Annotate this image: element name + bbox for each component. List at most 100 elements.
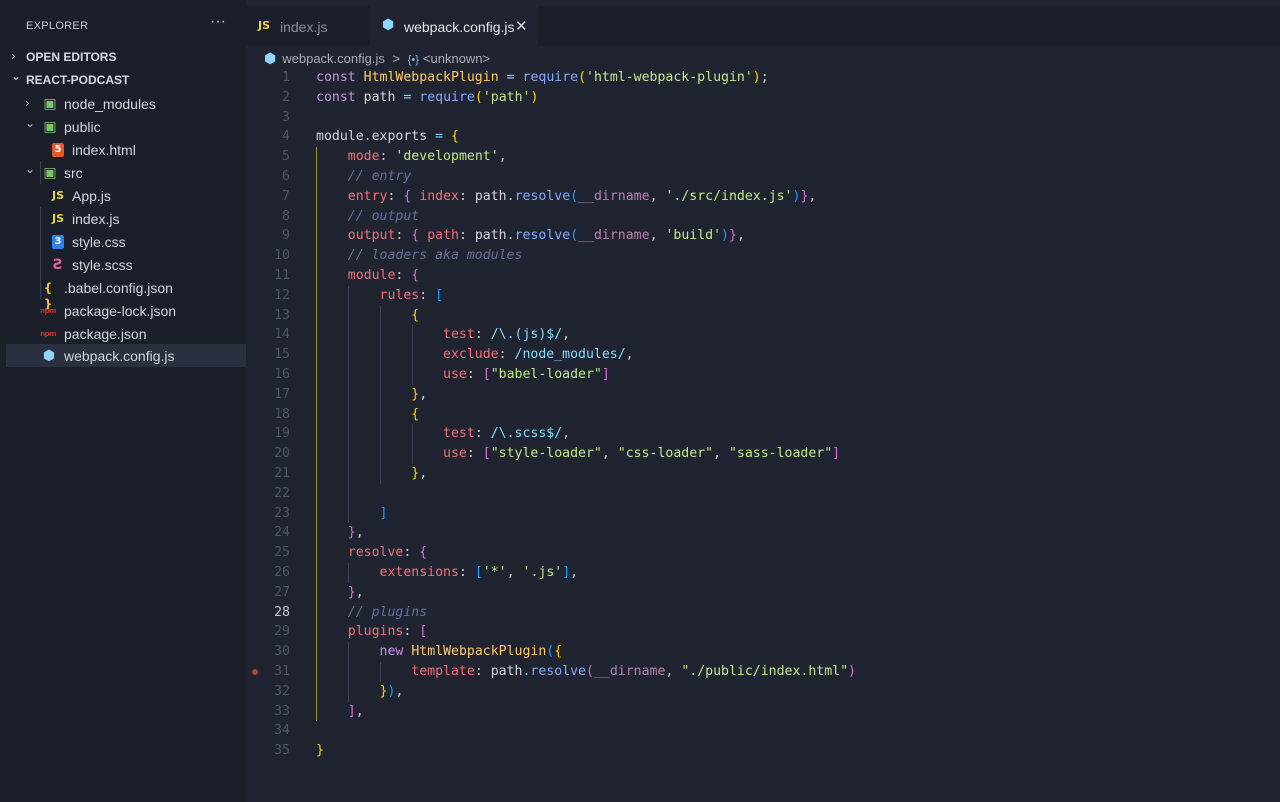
code-line[interactable]: 22 xyxy=(246,484,1280,504)
code-line[interactable]: 10 // loaders aka modules xyxy=(246,246,1280,266)
line-text: use: ["babel-loader"] xyxy=(443,367,610,382)
line-text: exclude: /node_modules/, xyxy=(443,347,634,363)
line-number: 3 xyxy=(282,109,290,125)
code-line[interactable]: 32 }), xyxy=(246,682,1280,702)
tree-item-package-lock[interactable]: npm package-lock.json xyxy=(6,299,246,322)
line-text: }, xyxy=(347,584,364,600)
tree-item-node-modules[interactable]: › ▣ node_modules xyxy=(6,92,246,115)
code-line[interactable]: 27 }, xyxy=(246,583,1280,603)
line-text: extensions: ['*', '.js'], xyxy=(379,565,579,580)
tab-webpack-config[interactable]: ⬢ webpack.config.js ✕ xyxy=(370,6,538,46)
tab-label: index.js xyxy=(280,19,328,35)
code-line[interactable]: 12 rules: [ xyxy=(246,286,1280,306)
code-line[interactable]: 14 test: /\.(js)$/, xyxy=(246,325,1280,345)
line-text: // entry xyxy=(347,169,412,184)
code-line[interactable]: 24 }, xyxy=(246,523,1280,543)
line-text: }, xyxy=(411,466,428,481)
indent-guide xyxy=(348,563,349,583)
code-line[interactable]: 18 { xyxy=(246,405,1280,425)
close-icon[interactable]: ✕ xyxy=(515,17,528,35)
line-text: plugins: [ xyxy=(347,624,428,640)
line-number: 24 xyxy=(274,525,290,541)
code-line[interactable]: 28 // plugins xyxy=(246,603,1280,623)
indent-guide xyxy=(380,662,381,682)
line-number: 10 xyxy=(274,248,290,264)
more-actions-icon[interactable]: ··· xyxy=(210,13,226,31)
line-number: 1 xyxy=(282,70,290,85)
code-line[interactable]: 7 entry: { index: path.resolve(__dirname… xyxy=(246,187,1280,207)
code-line[interactable]: 17 }, xyxy=(246,385,1280,405)
tree-item-style-scss[interactable]: Ƨ style.scss xyxy=(6,253,246,276)
line-text: ] xyxy=(379,505,388,521)
tree-item-label: package.json xyxy=(64,326,147,342)
folder-node-icon: ▣ xyxy=(43,96,57,112)
line-text: } xyxy=(316,743,324,759)
code-line[interactable]: 5 mode: 'development', xyxy=(246,147,1280,167)
folder-public-icon: ▣ xyxy=(43,119,57,135)
tree-item-label: node_modules xyxy=(64,96,156,112)
folder-src-icon: ▣ xyxy=(43,165,57,181)
code-line[interactable]: 23 ] xyxy=(246,504,1280,524)
indent-guide xyxy=(348,642,349,702)
code-line[interactable]: 31 template: path.resolve(__dirname, "./… xyxy=(246,662,1280,682)
code-line[interactable]: 35} xyxy=(246,741,1280,761)
code-line[interactable]: 25 resolve: { xyxy=(246,543,1280,563)
code-line[interactable]: 19 test: /\.scss$/, xyxy=(246,424,1280,444)
tree-item-package-json[interactable]: npm package.json xyxy=(6,322,246,345)
explorer-sidebar: EXPLORER ··· › OPEN EDITORS ⌄ REACT-PODC… xyxy=(0,0,246,802)
code-line[interactable]: 16 use: ["babel-loader"] xyxy=(246,365,1280,385)
line-text: }, xyxy=(411,386,428,402)
code-line[interactable]: 3 xyxy=(246,108,1280,128)
line-text: // plugins xyxy=(347,604,428,620)
tree-item-babel-config[interactable]: { } .babel.config.json xyxy=(6,276,246,311)
line-number: 29 xyxy=(274,624,290,640)
tree-item-label: src xyxy=(64,165,83,181)
line-number: 17 xyxy=(274,386,290,402)
code-line[interactable]: 4 module.exports = { xyxy=(246,127,1280,147)
code-line[interactable]: 21 }, xyxy=(246,464,1280,484)
code-line[interactable]: 15 exclude: /node_modules/, xyxy=(246,345,1280,365)
line-text: output: { path: path.resolve(__dirname, … xyxy=(347,228,745,244)
tree-item-public[interactable]: ⌄ ▣ public xyxy=(6,115,246,138)
code-line[interactable]: 8 // output xyxy=(246,207,1280,227)
code-line[interactable]: 30 new HtmlWebpackPlugin({ xyxy=(246,642,1280,662)
chevron-down-icon: ⌄ xyxy=(25,162,36,176)
tree-item-app-js[interactable]: JS App.js xyxy=(6,184,246,207)
indent-guide xyxy=(380,305,381,484)
line-number: 8 xyxy=(282,208,290,224)
tree-item-label: index.js xyxy=(72,211,120,227)
css-file-icon: 3 xyxy=(52,235,64,249)
line-text: entry: { index: path.resolve(__dirname, … xyxy=(347,188,817,204)
line-number: 13 xyxy=(274,307,290,323)
code-line[interactable]: 33 ], xyxy=(246,702,1280,722)
code-line[interactable]: 2 const path = require('path') xyxy=(246,88,1280,108)
breadcrumb-symbol[interactable]: <unknown> xyxy=(423,51,490,66)
tree-item-webpack-config[interactable]: ⬢ webpack.config.js xyxy=(6,344,246,367)
code-line[interactable]: 26 extensions: ['*', '.js'], xyxy=(246,563,1280,583)
code-line[interactable]: 34 xyxy=(246,721,1280,741)
line-text: new HtmlWebpackPlugin({ xyxy=(379,644,563,660)
code-line[interactable]: 13 { xyxy=(246,306,1280,326)
line-number: 15 xyxy=(274,347,290,363)
code-line[interactable]: 20 use: ["style-loader", "css-loader", "… xyxy=(246,444,1280,464)
line-number: 19 xyxy=(274,426,290,442)
code-line[interactable]: 11 module: { xyxy=(246,266,1280,286)
code-line[interactable]: 6 // entry xyxy=(246,167,1280,187)
tree-item-index-js[interactable]: JS index.js xyxy=(6,207,246,230)
code-line[interactable]: 1 const HtmlWebpackPlugin = require('html… xyxy=(246,68,1280,88)
code-line[interactable]: 9 output: { path: path.resolve(__dirname… xyxy=(246,226,1280,246)
line-text: template: path.resolve(__dirname, "./pub… xyxy=(411,664,856,679)
line-number: 35 xyxy=(274,743,290,759)
tree-item-style-css[interactable]: 3 style.css xyxy=(6,230,246,253)
code-line[interactable]: 29 plugins: [ xyxy=(246,622,1280,642)
breadcrumb: ⬢ webpack.config.js > {•} <unknown> xyxy=(264,50,490,67)
line-number: 27 xyxy=(274,584,290,600)
tree-item-index-html[interactable]: 5 index.html xyxy=(6,138,246,161)
tree-item-src[interactable]: ⌄ ▣ src xyxy=(6,161,246,184)
section-open-editors[interactable]: › OPEN EDITORS xyxy=(0,46,246,68)
tab-label: webpack.config.js xyxy=(404,19,515,35)
tab-index-js[interactable]: JS index.js xyxy=(246,6,370,46)
section-project[interactable]: ⌄ REACT-PODCAST xyxy=(0,69,246,91)
npm-file-icon: npm xyxy=(40,330,56,338)
breadcrumb-file[interactable]: webpack.config.js xyxy=(282,51,385,66)
